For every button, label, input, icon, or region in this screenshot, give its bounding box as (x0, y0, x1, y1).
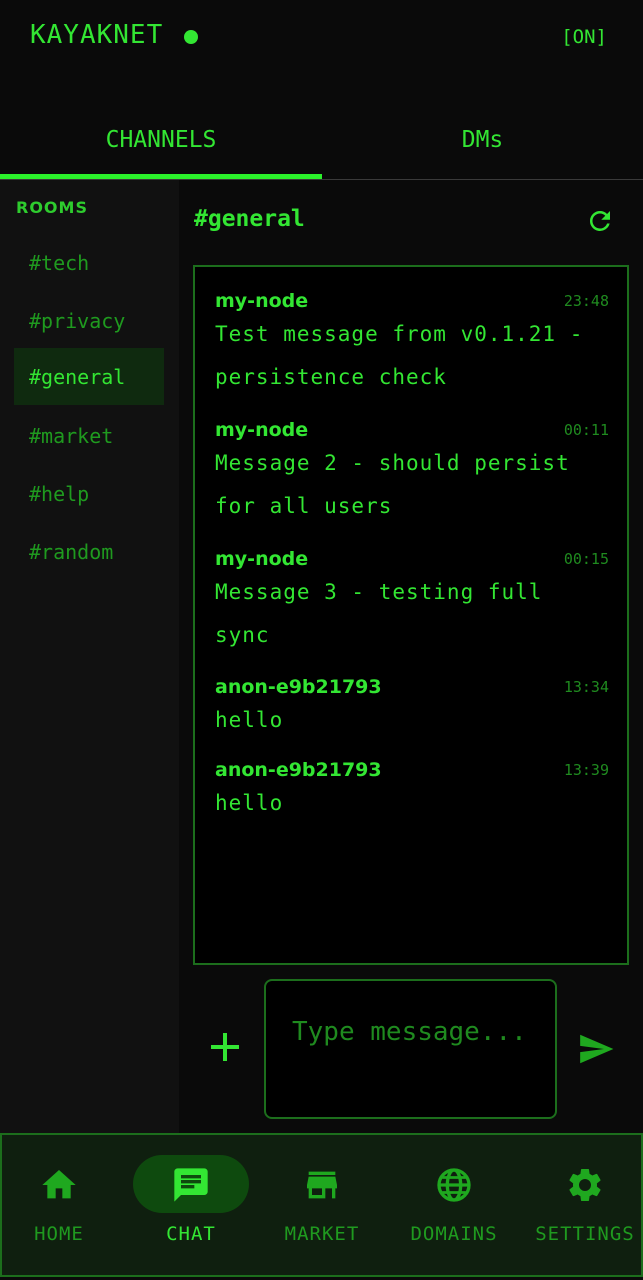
nav-domains[interactable]: DOMAINS (390, 1135, 518, 1275)
message-item: anon-e9b21793 13:34 hello (215, 675, 609, 742)
chat-icon (174, 1168, 208, 1202)
nav-chat[interactable]: CHAT (127, 1135, 255, 1275)
room-item-tech[interactable]: #tech (14, 234, 164, 291)
nav-label: SETTINGS (535, 1223, 635, 1245)
room-item-random[interactable]: #random (14, 523, 164, 580)
message-time: 23:48 (563, 292, 609, 310)
nav-label: MARKET (284, 1223, 360, 1245)
message-input[interactable] (264, 979, 557, 1119)
message-item: my-node 00:15 Message 3 - testing full s… (215, 547, 609, 657)
channel-title: #general (194, 206, 305, 232)
refresh-icon[interactable] (585, 206, 615, 236)
message-item: anon-e9b21793 13:39 hello (215, 758, 609, 825)
room-item-privacy[interactable]: #privacy (14, 292, 164, 349)
active-tab-indicator (0, 174, 322, 179)
message-text: Test message from v0.1.21 - persistence … (215, 322, 584, 389)
status-dot-icon (184, 30, 198, 44)
nav-home[interactable]: HOME (0, 1135, 123, 1275)
nav-label: CHAT (166, 1223, 216, 1245)
app-title: KAYAKNET (30, 20, 164, 50)
nav-label: HOME (34, 1223, 84, 1245)
message-list[interactable]: my-node 23:48 Test message from v0.1.21 … (193, 265, 629, 965)
rooms-heading: ROOMS (16, 198, 88, 217)
message-author: my-node (215, 548, 309, 570)
nav-label: DOMAINS (410, 1223, 498, 1245)
message-time: 13:39 (563, 761, 609, 779)
message-item: my-node 00:11 Message 2 - should persist… (215, 418, 609, 528)
send-icon[interactable] (575, 1030, 617, 1068)
message-item: my-node 23:48 Test message from v0.1.21 … (215, 289, 609, 399)
message-author: my-node (215, 290, 309, 312)
nav-market[interactable]: MARKET (258, 1135, 386, 1275)
store-icon (307, 1171, 337, 1199)
message-text: hello (215, 708, 284, 732)
globe-icon (437, 1168, 471, 1202)
message-time: 00:15 (563, 550, 609, 568)
bottom-navigation: HOME CHAT MARKET DOMAINS SETTINGS (0, 1133, 643, 1277)
attach-plus-icon[interactable] (208, 1030, 242, 1064)
message-time: 13:34 (563, 678, 609, 696)
message-author: my-node (215, 419, 309, 441)
tab-bar: CHANNELS DMs (0, 100, 643, 180)
nav-settings[interactable]: SETTINGS (521, 1135, 643, 1275)
message-time: 00:11 (563, 421, 609, 439)
room-item-help[interactable]: #help (14, 465, 164, 522)
tab-channels[interactable]: CHANNELS (0, 100, 322, 179)
gear-icon (569, 1169, 601, 1201)
room-item-market[interactable]: #market (14, 407, 164, 464)
message-author: anon-e9b21793 (215, 676, 382, 698)
message-author: anon-e9b21793 (215, 759, 382, 781)
home-icon (42, 1170, 76, 1199)
message-text: hello (215, 791, 284, 815)
tab-dms[interactable]: DMs (322, 100, 643, 179)
connection-status[interactable]: [ON] (561, 26, 607, 48)
top-bar: KAYAKNET [ON] (0, 0, 643, 80)
room-item-general[interactable]: #general (14, 348, 164, 405)
rooms-sidebar: ROOMS #tech #privacy #general #market #h… (0, 180, 179, 1133)
message-text: Message 3 - testing full sync (215, 580, 543, 647)
message-text: Message 2 - should persist for all users (215, 451, 570, 518)
